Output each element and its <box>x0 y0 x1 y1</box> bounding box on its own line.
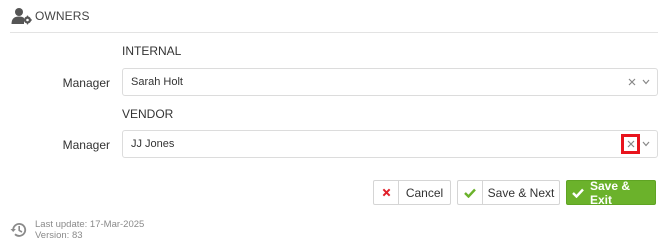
owners-section-header: OWNERS <box>10 0 658 33</box>
save-exit-label: Save & Exit <box>590 178 631 207</box>
internal-manager-value: Sarah Holt <box>131 76 183 88</box>
chevron-down-icon[interactable] <box>639 137 653 151</box>
check-icon <box>458 181 483 204</box>
version-text: Version: 83 <box>35 230 83 241</box>
save-next-label: Save & Next <box>487 185 555 200</box>
user-gear-icon <box>11 7 33 25</box>
chevron-down-icon[interactable] <box>639 75 653 89</box>
vendor-heading: VENDOR <box>122 107 174 121</box>
vendor-manager-label: Manager <box>62 138 110 152</box>
clear-icon-highlighted[interactable] <box>621 134 640 154</box>
internal-manager-select[interactable]: Sarah Holt <box>122 68 658 96</box>
save-exit-button[interactable]: Save & Exit <box>566 178 656 207</box>
last-update-text: Last update: 17-Mar-2025 <box>35 219 145 230</box>
section-title: OWNERS <box>35 9 90 23</box>
internal-manager-label: Manager <box>62 76 110 90</box>
close-icon <box>374 181 399 204</box>
check-icon <box>567 181 589 204</box>
history-icon <box>10 221 28 239</box>
vendor-manager-select[interactable]: JJ Jones <box>122 130 658 158</box>
clear-icon[interactable] <box>625 75 639 89</box>
version-footer: Last update: 17-Mar-2025 Version: 83 <box>10 219 144 241</box>
cancel-label: Cancel <box>405 185 444 200</box>
vendor-manager-value: JJ Jones <box>131 138 175 150</box>
cancel-button[interactable]: Cancel <box>373 180 451 205</box>
save-next-button[interactable]: Save & Next <box>457 180 560 205</box>
internal-heading: INTERNAL <box>122 44 182 58</box>
